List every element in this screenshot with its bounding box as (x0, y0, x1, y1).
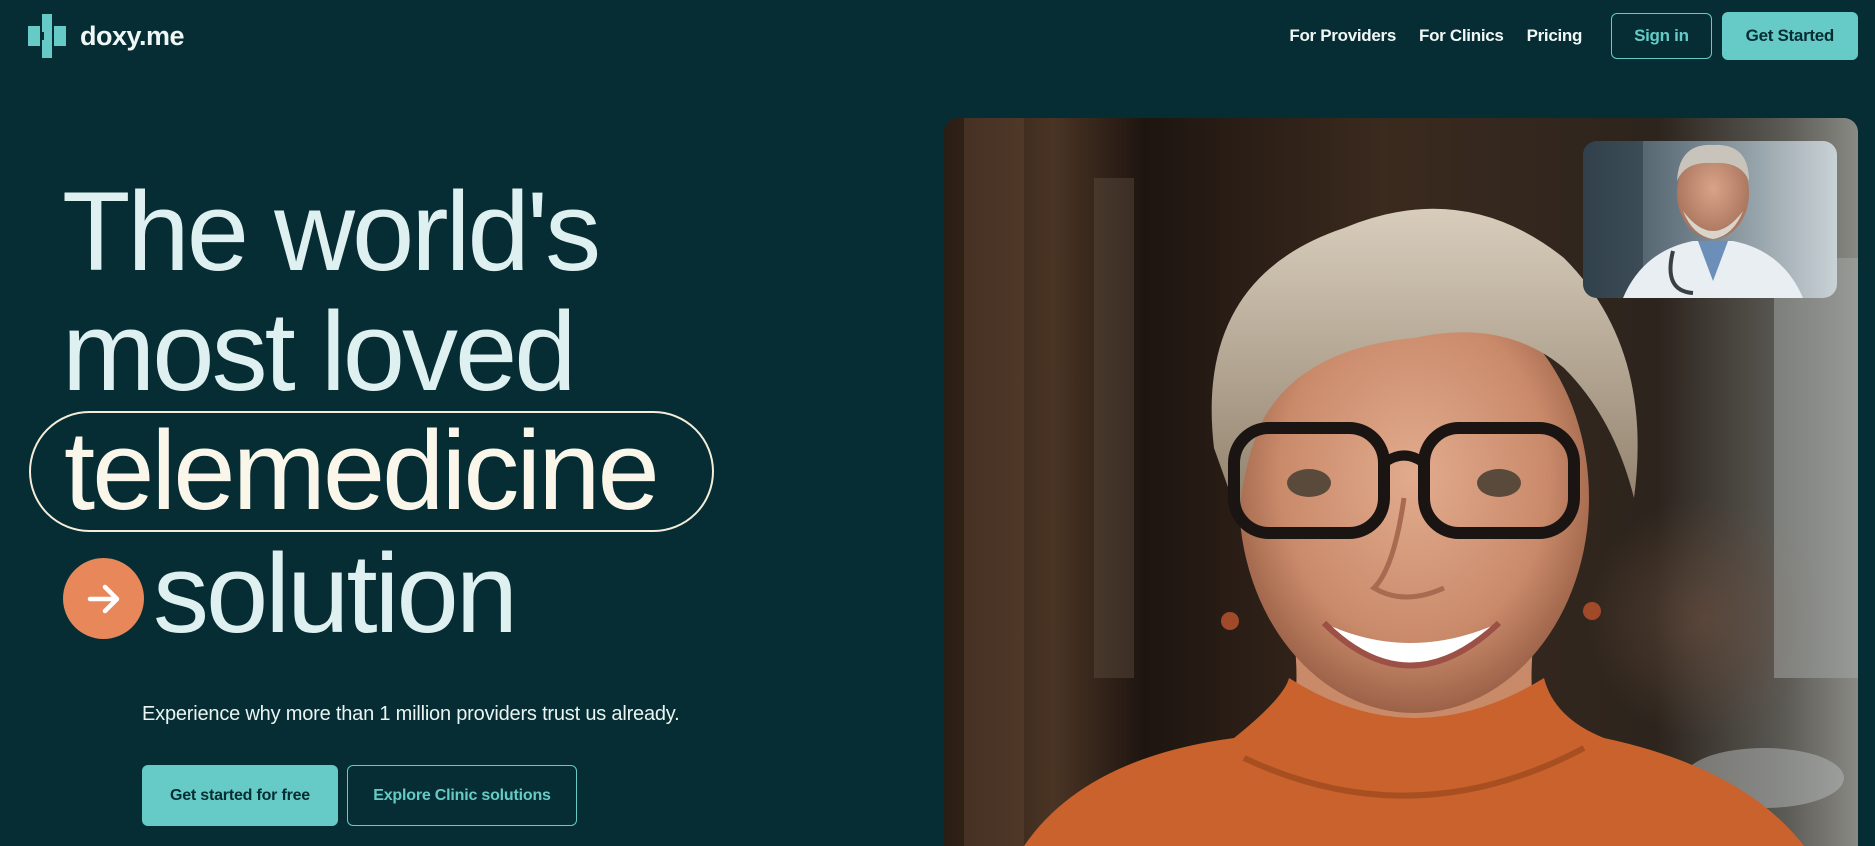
explore-clinic-solutions-button[interactable]: Explore Clinic solutions (347, 765, 577, 826)
sign-in-button[interactable]: Sign in (1611, 13, 1712, 59)
hero-heading-line-1: The world's (62, 169, 601, 294)
hero-subtitle: Experience why more than 1 million provi… (142, 703, 680, 725)
nav-pricing[interactable]: Pricing (1527, 26, 1583, 46)
arrow-right-icon (63, 558, 144, 639)
get-started-button[interactable]: Get Started (1721, 12, 1858, 60)
nav-for-clinics[interactable]: For Clinics (1419, 26, 1504, 46)
site-header: doxy.me For Providers For Clinics Pricin… (0, 0, 1875, 76)
main-nav: For Providers For Clinics Pricing Sign i… (1289, 12, 1858, 60)
hero-heading-line-3: telemedicine (64, 408, 660, 533)
hero-heading-line-4: solution (153, 531, 518, 656)
brand-name: doxy.me (80, 20, 185, 51)
hero-heading-line-2: most loved (62, 289, 577, 414)
logo[interactable]: doxy.me (28, 12, 185, 60)
get-started-free-button[interactable]: Get started for free (142, 765, 338, 826)
nav-for-providers[interactable]: For Providers (1289, 26, 1396, 46)
doxy-logo-icon (28, 12, 72, 60)
doctor-video (1583, 141, 1837, 298)
